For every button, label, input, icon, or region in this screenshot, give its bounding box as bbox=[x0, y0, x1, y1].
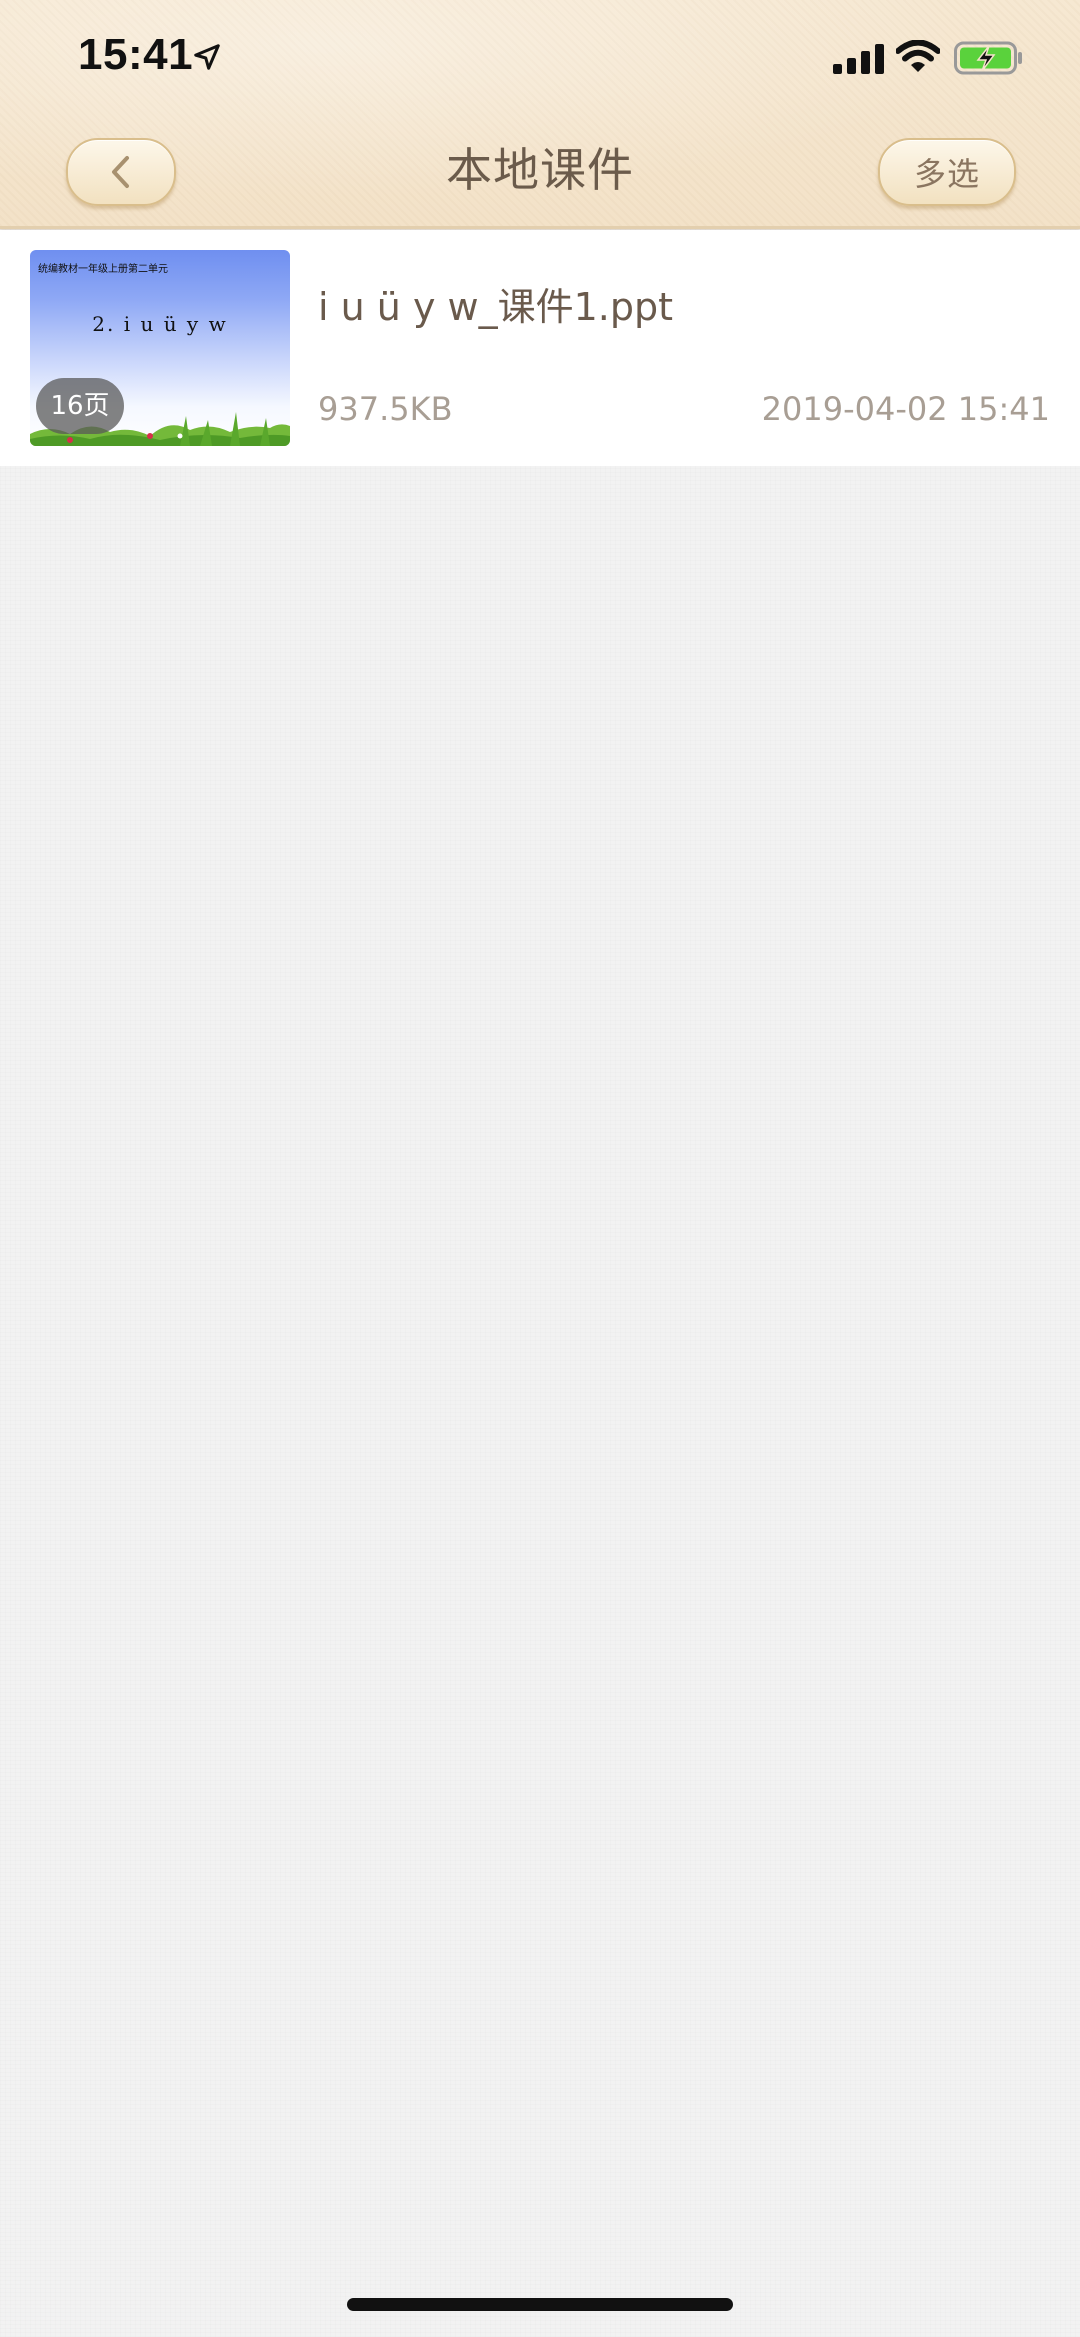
file-size: 937.5KB bbox=[318, 390, 453, 428]
location-arrow-icon bbox=[194, 44, 220, 70]
file-date: 2019-04-02 15:41 bbox=[761, 390, 1050, 428]
status-time: 15:41 bbox=[78, 30, 194, 79]
back-button[interactable] bbox=[66, 138, 176, 206]
chevron-left-icon bbox=[112, 156, 129, 188]
cellular-signal-icon bbox=[833, 44, 884, 74]
multi-select-button[interactable]: 多选 bbox=[878, 138, 1016, 206]
thumbnail-title-text: 2. i u ü y w bbox=[92, 312, 228, 336]
file-name: i u ü y w_课件1.ppt bbox=[318, 285, 674, 329]
file-list-item[interactable]: 统编教材一年级上册第二单元 2. i u ü y w 16页 i u ü y w… bbox=[0, 230, 1080, 466]
thumbnail-header-text: 统编教材一年级上册第二单元 bbox=[38, 264, 168, 275]
home-indicator[interactable] bbox=[347, 2298, 733, 2311]
battery-charging-icon bbox=[954, 41, 1022, 75]
header: 15:41 本地课件 多选 bbox=[0, 0, 1080, 229]
page-count-badge: 16页 bbox=[36, 378, 124, 434]
file-thumbnail: 统编教材一年级上册第二单元 2. i u ü y w 16页 bbox=[30, 250, 290, 446]
wifi-icon bbox=[896, 40, 940, 72]
